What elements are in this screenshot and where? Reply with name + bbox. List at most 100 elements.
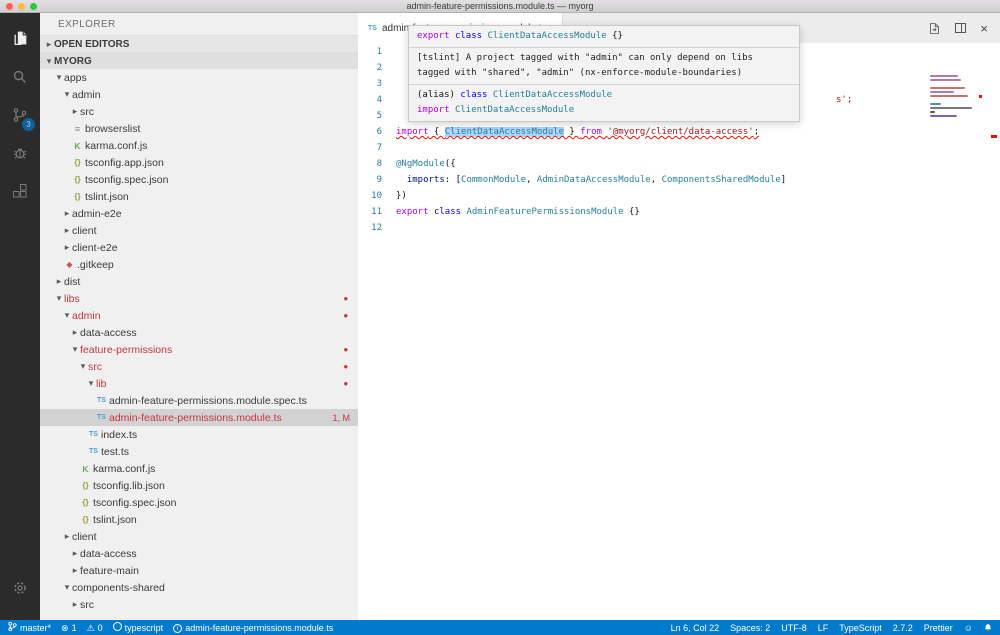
tree-item-label: feature-permissions: [80, 344, 172, 356]
tree-item-label: test.ts: [101, 446, 129, 458]
status-eol[interactable]: LF: [818, 623, 829, 633]
tree-item-dist[interactable]: ▸dist: [40, 273, 358, 290]
tree-item-src[interactable]: ▾src•: [40, 358, 358, 375]
tree-item-label: lib: [96, 378, 107, 390]
status-errors[interactable]: ⊗1: [61, 623, 77, 633]
sidebar-title: EXPLORER: [40, 13, 358, 35]
tree-item-tslint.json[interactable]: {}tslint.json: [40, 511, 358, 528]
branch-icon: [8, 621, 17, 634]
code-line-6[interactable]: 6import { ClientDataAccessModule } from …: [358, 124, 1000, 140]
activity-search[interactable]: [0, 59, 40, 97]
split-editor-icon[interactable]: [955, 23, 966, 33]
title-bar: admin-feature-permissions.module.ts — my…: [0, 0, 1000, 13]
tree-item-admin-feature-permissions.module.ts[interactable]: TSadmin-feature-permissions.module.ts1, …: [40, 409, 358, 426]
tree-item-admin[interactable]: ▾admin: [40, 86, 358, 103]
tree-item-client-e2e[interactable]: ▸client-e2e: [40, 239, 358, 256]
status-warnings[interactable]: ⚠0: [87, 623, 103, 633]
tree-item-tsconfig.spec.json[interactable]: {}tsconfig.spec.json: [40, 171, 358, 188]
chevron-right-icon: ▸: [62, 242, 72, 253]
open-changes-icon[interactable]: [928, 22, 941, 35]
close-window-button[interactable]: [6, 3, 13, 10]
tree-item-feature-main[interactable]: ▸feature-main: [40, 562, 358, 579]
code-token: {}: [624, 207, 640, 217]
status-cursor-position[interactable]: Ln 6, Col 22: [671, 623, 720, 633]
tree-item-label: src: [80, 599, 94, 611]
code-token: '@myorg/client/data-access': [607, 127, 753, 137]
status-bar: master* ⊗1 ⚠0 typescript iadmin-feature-perm…: [0, 620, 1000, 635]
activity-debug[interactable]: [0, 135, 40, 173]
code-token: ClientDataAccessModule: [493, 90, 612, 100]
tree-item-test.ts[interactable]: TStest.ts: [40, 443, 358, 460]
tree-item-client[interactable]: ▸client: [40, 222, 358, 239]
status-formatter[interactable]: Prettier: [924, 623, 953, 633]
settings-button[interactable]: [0, 570, 40, 608]
tree-item-components-shared[interactable]: ▾components-shared: [40, 579, 358, 596]
tree-item-tsconfig.lib.json[interactable]: {}tsconfig.lib.json: [40, 477, 358, 494]
status-git-branch[interactable]: master*: [8, 621, 51, 634]
line-number: 12: [358, 220, 396, 236]
section-open-editors[interactable]: ▸ OPEN EDITORS: [40, 35, 358, 52]
chevron-right-icon: ▸: [70, 327, 80, 338]
tree-item-browserslist[interactable]: ≡browserslist: [40, 120, 358, 137]
tree-item-data-access[interactable]: ▸data-access: [40, 324, 358, 341]
code-token: ,: [651, 175, 662, 185]
tree-item-label: admin-feature-permissions.module.spec.ts: [109, 395, 307, 407]
hover-alias-line: (alias) class ClientDataAccessModule: [417, 88, 791, 103]
status-encoding[interactable]: UTF-8: [781, 623, 807, 633]
line-number: 2: [358, 60, 396, 76]
code-line-11[interactable]: 11export class AdminFeaturePermissionsMo…: [358, 204, 1000, 220]
tree-item-karma.conf.js[interactable]: Kkarma.conf.js: [40, 460, 358, 477]
code-token: s';: [836, 95, 852, 105]
code-token: import: [417, 105, 450, 115]
tree-item-lib[interactable]: ▾lib•: [40, 375, 358, 392]
minimize-window-button[interactable]: [18, 3, 25, 10]
tree-item-src[interactable]: ▸src: [40, 103, 358, 120]
tree-item-tsconfig.spec.json[interactable]: {}tsconfig.spec.json: [40, 494, 358, 511]
lint-message-line: tagged with "shared", "admin" (nx-enforc…: [417, 66, 791, 81]
status-ts-version[interactable]: 2.7.2: [893, 623, 913, 633]
tree-item-karma.conf.js[interactable]: Kkarma.conf.js: [40, 137, 358, 154]
tree-item-apps[interactable]: ▾apps: [40, 69, 358, 86]
activity-source-control[interactable]: 3: [0, 97, 40, 135]
status-indentation[interactable]: Spaces: 2: [730, 623, 770, 633]
tree-item-tslint.json[interactable]: {}tslint.json: [40, 188, 358, 205]
code-token: ClientDataAccessModule: [455, 105, 574, 115]
code-line-9[interactable]: 9 imports: [CommonModule, AdminDataAcces…: [358, 172, 1000, 188]
status-feedback[interactable]: ☺: [964, 623, 973, 633]
tree-item-label: admin-feature-permissions.module.ts: [109, 412, 282, 424]
json-file-icon: {}: [78, 515, 93, 524]
tree-item-admin-e2e[interactable]: ▸admin-e2e: [40, 205, 358, 222]
tree-item-client[interactable]: ▸client: [40, 528, 358, 545]
tree-item-index.ts[interactable]: TSindex.ts: [40, 426, 358, 443]
ts-file-icon: TS: [86, 431, 101, 438]
tree-item-libs[interactable]: ▾libs•: [40, 290, 358, 307]
code-line-8[interactable]: 8@NgModule({: [358, 156, 1000, 172]
tree-item-admin[interactable]: ▾admin•: [40, 307, 358, 324]
tree-item-admin-feature-permissions.module.spec.ts[interactable]: TSadmin-feature-permissions.module.spec.…: [40, 392, 358, 409]
activity-explorer[interactable]: [0, 21, 40, 59]
minimap-error-marker: [979, 95, 982, 98]
minimap-line: [930, 107, 972, 109]
code-line-10[interactable]: 10}): [358, 188, 1000, 204]
code-line-12[interactable]: 12: [358, 220, 1000, 236]
explorer-icon: [12, 30, 29, 50]
code-line-7[interactable]: 7: [358, 140, 1000, 156]
status-active-file[interactable]: iadmin-feature-permissions.module.ts: [173, 622, 333, 634]
status-language-mode[interactable]: TypeScript: [839, 623, 882, 633]
minimap[interactable]: [930, 75, 978, 117]
vscode-window: admin-feature-permissions.module.ts — my…: [0, 0, 1000, 635]
status-typescript-status[interactable]: typescript: [113, 622, 164, 633]
zoom-window-button[interactable]: [30, 3, 37, 10]
tree-item-feature-permissions[interactable]: ▾feature-permissions•: [40, 341, 358, 358]
status-notifications[interactable]: [984, 622, 992, 634]
section-root-folder[interactable]: ▾ MYORG: [40, 52, 358, 69]
activity-extensions[interactable]: [0, 173, 40, 211]
code-token: ;: [754, 127, 759, 137]
error-dot: •: [343, 359, 348, 374]
close-editor-icon[interactable]: ×: [980, 22, 988, 35]
tree-item-.gitkeep[interactable]: ◆.gitkeep: [40, 256, 358, 273]
tree-item-tsconfig.app.json[interactable]: {}tsconfig.app.json: [40, 154, 358, 171]
tree-item-src[interactable]: ▸src: [40, 596, 358, 613]
code-area: 1234s';56import { ClientDataAccessModule…: [358, 43, 1000, 620]
tree-item-data-access[interactable]: ▸data-access: [40, 545, 358, 562]
